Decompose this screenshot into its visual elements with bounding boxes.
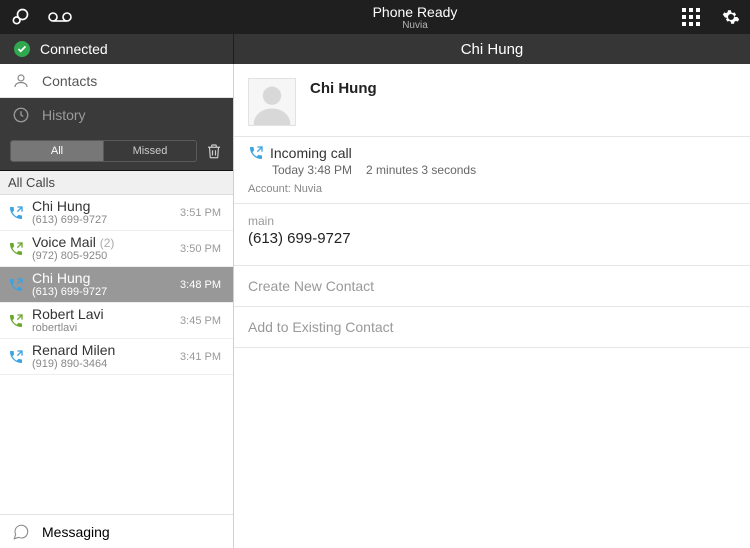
connection-status: Connected bbox=[0, 34, 234, 64]
incoming-call-icon bbox=[6, 205, 26, 221]
call-row-time: 3:48 PM bbox=[180, 279, 225, 291]
phone-block[interactable]: main (613) 699-9727 bbox=[234, 204, 750, 266]
phone-type-label: main bbox=[248, 214, 736, 228]
call-list-header: All Calls bbox=[0, 171, 233, 195]
call-row[interactable]: Robert Lavirobertlavi3:45 PM bbox=[0, 303, 233, 339]
incoming-call-icon bbox=[248, 145, 264, 161]
top-bar: Phone Ready Nuvia bbox=[0, 0, 750, 34]
trash-icon[interactable] bbox=[205, 142, 223, 160]
call-row-name: Chi Hung bbox=[32, 199, 180, 214]
call-row-name: Renard Milen bbox=[32, 343, 180, 358]
history-label: History bbox=[42, 107, 86, 123]
call-row[interactable]: Renard Milen(919) 890-34643:41 PM bbox=[0, 339, 233, 375]
call-row[interactable]: Chi Hung(613) 699-97273:48 PM bbox=[0, 267, 233, 303]
sidebar-item-contacts[interactable]: Contacts bbox=[0, 64, 233, 98]
account-label: Account: Nuvia bbox=[248, 183, 736, 195]
call-row-sub: (613) 699-9727 bbox=[32, 286, 180, 298]
call-row-time: 3:50 PM bbox=[180, 243, 225, 255]
call-row-sub: robertlavi bbox=[32, 322, 180, 334]
phone-status-title: Phone Ready bbox=[210, 4, 620, 20]
contact-header: Chi Hung bbox=[234, 64, 750, 137]
call-timestamp: Today 3:48 PM bbox=[272, 163, 352, 177]
connected-label: Connected bbox=[40, 41, 108, 57]
sidebar: Contacts History All Missed bbox=[0, 64, 234, 548]
messaging-label: Messaging bbox=[42, 524, 110, 540]
filter-segmented-control: All Missed bbox=[10, 140, 197, 162]
history-icon bbox=[12, 106, 30, 124]
call-row-name: Chi Hung bbox=[32, 271, 180, 286]
call-row-time: 3:45 PM bbox=[180, 315, 225, 327]
settings-icon[interactable] bbox=[722, 8, 740, 26]
filter-missed-button[interactable]: Missed bbox=[103, 141, 196, 161]
create-new-contact-button[interactable]: Create New Contact bbox=[234, 266, 750, 307]
call-row-name: Voice Mail (2) bbox=[32, 235, 180, 250]
detail-panel: Chi Hung Incoming call Today 3:48 PM 2 m… bbox=[234, 64, 750, 548]
history-filter-bar: All Missed bbox=[0, 132, 233, 171]
add-to-existing-contact-button[interactable]: Add to Existing Contact bbox=[234, 307, 750, 348]
messaging-icon bbox=[12, 523, 30, 541]
call-row-time: 3:41 PM bbox=[180, 351, 225, 363]
contact-name: Chi Hung bbox=[310, 80, 377, 97]
status-bar: Connected Chi Hung bbox=[0, 34, 750, 64]
voicemail-icon[interactable] bbox=[48, 10, 72, 24]
sidebar-item-messaging[interactable]: Messaging bbox=[0, 514, 233, 548]
call-row-sub: (613) 699-9727 bbox=[32, 214, 180, 226]
contacts-icon bbox=[12, 72, 30, 90]
incoming-call-icon bbox=[6, 277, 26, 293]
call-row[interactable]: Voice Mail (2)(972) 805-92503:50 PM bbox=[0, 231, 233, 267]
call-type-label: Incoming call bbox=[270, 145, 352, 161]
incoming-call-icon bbox=[6, 349, 26, 365]
connected-icon bbox=[14, 41, 30, 57]
call-list: Chi Hung(613) 699-97273:51 PMVoice Mail … bbox=[0, 195, 233, 514]
detail-header-title: Chi Hung bbox=[234, 34, 750, 64]
outgoing-call-icon bbox=[6, 313, 26, 329]
filter-all-button[interactable]: All bbox=[11, 141, 103, 161]
call-row-sub: (919) 890-3464 bbox=[32, 358, 180, 370]
call-row-sub: (972) 805-9250 bbox=[32, 250, 180, 262]
grid-icon[interactable] bbox=[682, 8, 700, 26]
call-row[interactable]: Chi Hung(613) 699-97273:51 PM bbox=[0, 195, 233, 231]
call-detail-block: Incoming call Today 3:48 PM 2 minutes 3 … bbox=[234, 137, 750, 204]
outgoing-call-icon bbox=[6, 241, 26, 257]
phone-number: (613) 699-9727 bbox=[248, 230, 736, 247]
call-duration: 2 minutes 3 seconds bbox=[366, 163, 476, 177]
sidebar-item-history[interactable]: History bbox=[0, 98, 233, 132]
avatar bbox=[248, 78, 296, 126]
dialpad-icon[interactable] bbox=[10, 7, 30, 27]
call-row-name: Robert Lavi bbox=[32, 307, 180, 322]
contacts-label: Contacts bbox=[42, 73, 97, 89]
phone-status-subtitle: Nuvia bbox=[210, 20, 620, 31]
call-row-time: 3:51 PM bbox=[180, 207, 225, 219]
